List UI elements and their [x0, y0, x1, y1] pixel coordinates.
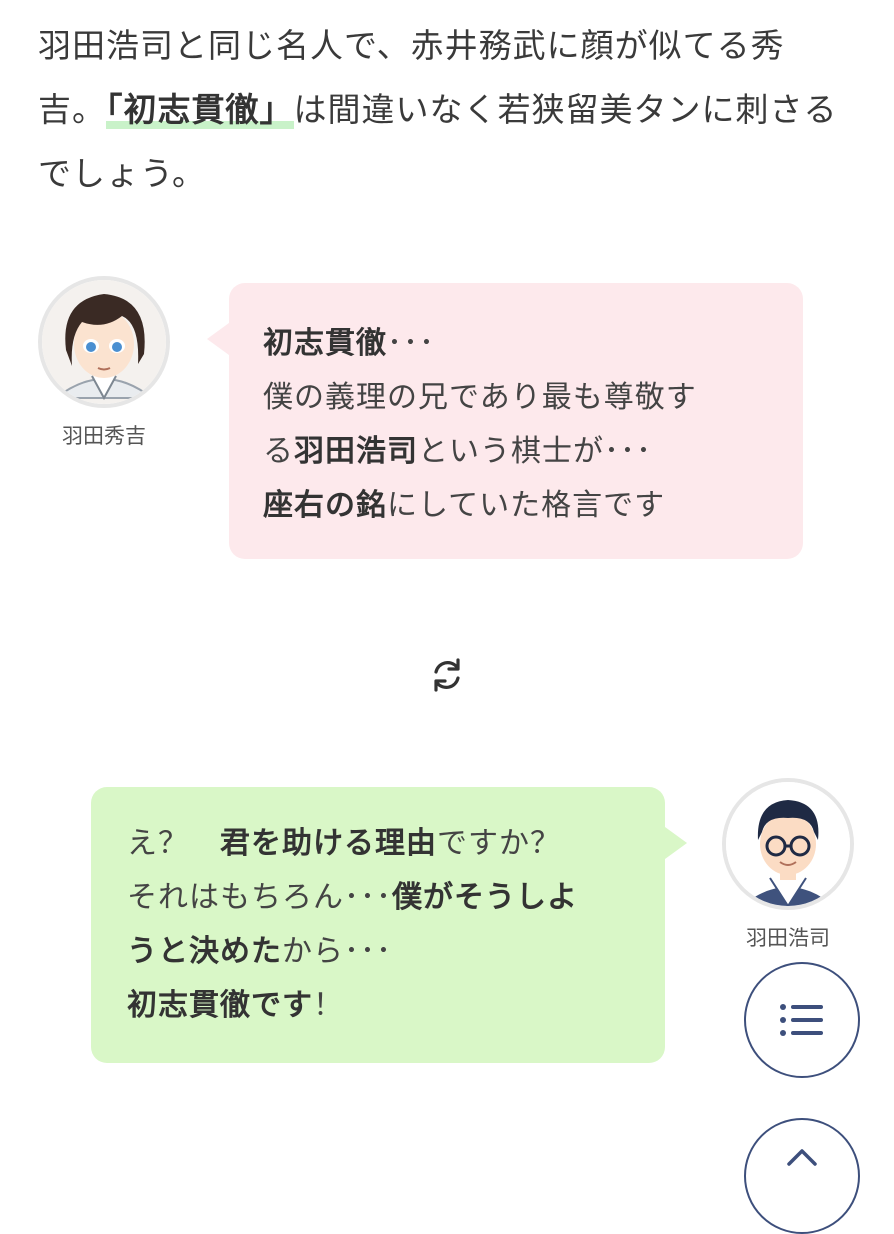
- bubble-line: それはもちろん･･･僕がそうしよ: [127, 871, 645, 925]
- bold-text: 初志貫徹です: [127, 988, 313, 1023]
- line-text: る: [263, 434, 294, 469]
- bold-text: 僕がそうしよ: [392, 880, 578, 915]
- line-text: ですか？: [437, 826, 561, 861]
- bubble-line: 僕の義理の兄であり最も尊敬す: [263, 371, 779, 425]
- bold-text: 座右の銘: [263, 488, 387, 523]
- line-text: という棋士が･･･: [418, 434, 652, 469]
- intro-paragraph: 羽田浩司と同じ名人で、赤井務武に顔が似てる秀吉。「初志貫徹」は間違いなく若狭留美…: [38, 14, 848, 206]
- bubble-line: る羽田浩司という棋士が･･･: [263, 425, 779, 479]
- speaker-name-hideyoshi: 羽田秀吉: [62, 424, 146, 448]
- speaker-name-koji: 羽田浩司: [746, 926, 830, 950]
- line-text: それはもちろん･･･: [127, 880, 392, 915]
- bubble-line: 初志貫徹･･･: [263, 317, 779, 371]
- bubble-line: うと決めたから･･･: [127, 925, 645, 979]
- line-text: にしていた格言です: [387, 488, 666, 523]
- avatar-koji: [722, 778, 854, 910]
- line-text: ！: [313, 988, 344, 1023]
- chevron-up-icon: [787, 1149, 817, 1166]
- bold-text: うと決めた: [127, 934, 282, 969]
- speech-bubble-koji: え？ 君を助ける理由ですか？ それはもちろん･･･僕がそうしよ うと決めたから･…: [91, 787, 687, 1063]
- line-text: え？: [127, 826, 220, 861]
- bubble-line: え？ 君を助ける理由ですか？: [127, 817, 645, 871]
- speech-bubble-hideyoshi: 初志貫徹･･･ 僕の義理の兄であり最も尊敬す る羽田浩司という棋士が･･･ 座右…: [207, 283, 803, 559]
- avatar-hideyoshi: [38, 276, 170, 408]
- table-of-contents-button[interactable]: [744, 962, 860, 1078]
- intro-highlight: 「初志貫徹」: [106, 90, 294, 129]
- bold-text: 羽田浩司: [294, 434, 418, 469]
- line-text: ･･･: [387, 326, 435, 361]
- line-text: から･･･: [282, 934, 392, 969]
- list-icon: [780, 1004, 823, 1036]
- refresh-arrows-icon: [428, 656, 466, 694]
- bubble-line: 座右の銘にしていた格言です: [263, 479, 779, 533]
- bubble-line: 初志貫徹です！: [127, 979, 645, 1033]
- bold-text: 初志貫徹: [263, 326, 387, 361]
- line-text: 僕の義理の兄であり最も尊敬す: [263, 380, 697, 415]
- scroll-to-top-button[interactable]: [744, 1118, 860, 1234]
- bold-text: 君を助ける理由: [220, 826, 437, 861]
